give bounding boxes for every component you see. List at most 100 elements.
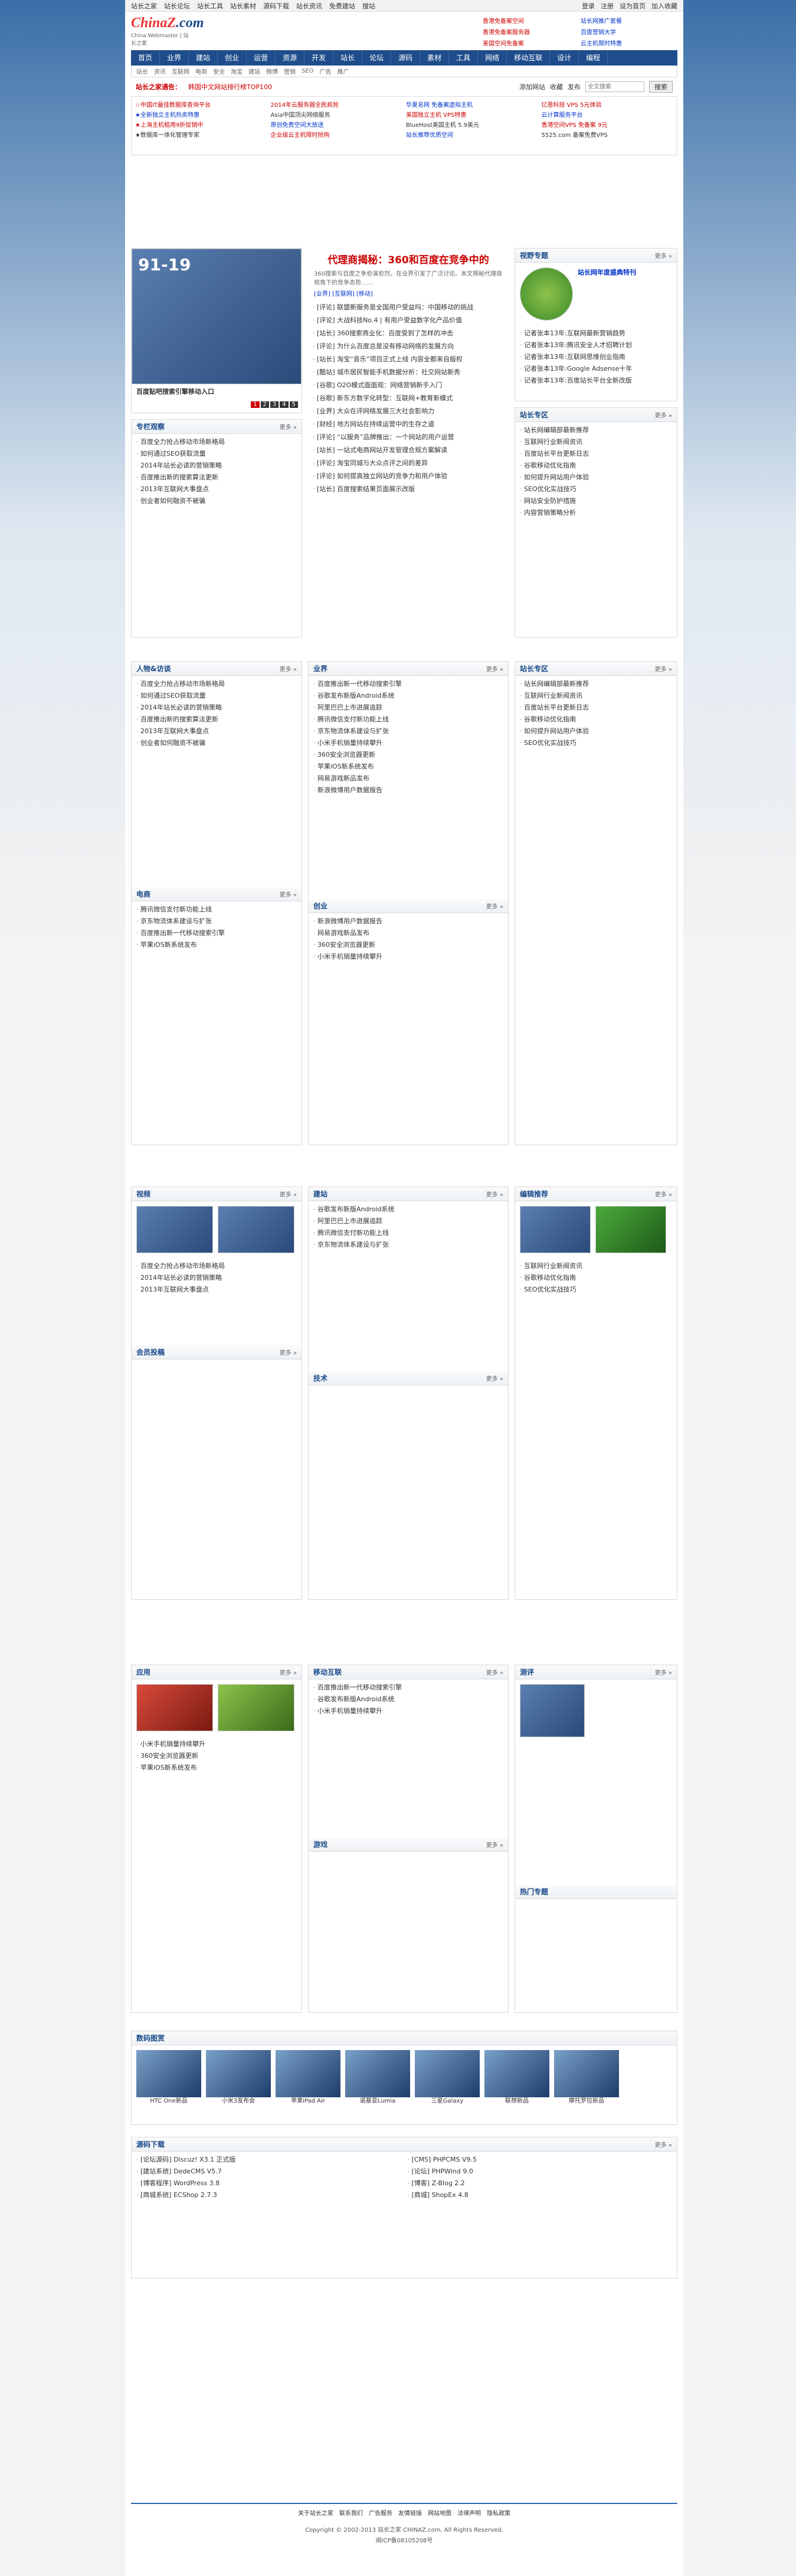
more-link[interactable]: 更多 »: [655, 664, 672, 673]
footer-link[interactable]: 广告服务: [369, 2509, 392, 2519]
news-item[interactable]: [评论] “以服务”品牌推出：一个网站的用户运营: [313, 431, 504, 444]
topbar-link[interactable]: 站长论坛: [164, 1, 190, 11]
app-item[interactable]: 360安全浏览器更新: [136, 1750, 297, 1762]
subnav-item[interactable]: 互联网: [172, 67, 189, 76]
vision-sub[interactable]: 站长网年度盛典特刊: [578, 267, 636, 321]
vision-item[interactable]: 记者张本13年:互联网最新营销趋势: [520, 328, 672, 339]
header-ad-link[interactable]: 香港免备案服务器: [483, 27, 579, 37]
news-item[interactable]: [站长] 一站式电商网站开发管理合规方案解读: [313, 444, 504, 457]
industry-item[interactable]: 360安全浏览器更新: [313, 749, 503, 761]
column-item[interactable]: 创业者如何融资不被骗: [136, 495, 297, 507]
text-ad[interactable]: ★上海主机租用9折促销中: [135, 120, 267, 130]
text-ad[interactable]: 2014年云服务器全民疯抢: [271, 100, 403, 110]
nav-item[interactable]: 开发: [304, 50, 334, 66]
ecommerce-item[interactable]: 百度推出新一代移动搜索引擎: [136, 927, 297, 939]
right-news-item[interactable]: SEO优化实战技巧: [520, 483, 672, 495]
gallery-item[interactable]: 诺基亚Lumia: [345, 2050, 410, 2106]
nav-item[interactable]: 网络: [478, 50, 507, 66]
text-ad[interactable]: 站长推荐优质空间: [406, 130, 538, 140]
news-item[interactable]: [业界] 大众在评网络发展三大社会影响力: [313, 405, 504, 418]
industry-item[interactable]: 百度推出新一代移动搜索引擎: [313, 678, 503, 690]
more-link[interactable]: 更多 »: [280, 1348, 297, 1356]
right-news-item[interactable]: 如何提升网站用户体验: [520, 472, 672, 483]
topbar-link[interactable]: 站长素材: [230, 1, 256, 11]
ecommerce-item[interactable]: 苹果iOS新系统发布: [136, 939, 297, 951]
login-link[interactable]: 登录: [582, 1, 595, 11]
build-item[interactable]: 谷歌发布新版Android系统: [313, 1204, 503, 1215]
gallery-item[interactable]: HTC One新品: [136, 2050, 201, 2106]
startup-item[interactable]: 360安全浏览器更新: [313, 939, 503, 951]
topbar-link[interactable]: 免费建站: [329, 1, 355, 11]
industry-item[interactable]: 新浪微博用户数据报告: [313, 784, 503, 796]
more-link[interactable]: 更多 »: [280, 422, 297, 431]
industry-item[interactable]: 谷歌发布新版Android系统: [313, 690, 503, 702]
nav-item[interactable]: 编程: [579, 50, 608, 66]
search-input[interactable]: [585, 81, 644, 92]
editor-thumb[interactable]: [595, 1206, 666, 1253]
news-item[interactable]: [评论] 大战科技No.4 | 有用户受益数字化产品价值: [313, 314, 504, 327]
header-ad-link[interactable]: 站长网推广套餐: [581, 16, 677, 26]
ecommerce-item[interactable]: 京东物流体系建设与扩张: [136, 916, 297, 927]
nav-item[interactable]: 设计: [550, 50, 579, 66]
subnav-item[interactable]: 站长: [136, 67, 148, 76]
video-item[interactable]: 百度全力抢占移动市场新格局: [136, 1260, 297, 1272]
more-link[interactable]: 更多 »: [280, 1189, 297, 1198]
search-button[interactable]: 搜索: [649, 81, 673, 93]
right-news-item[interactable]: 站长网编辑部最新推荐: [520, 424, 672, 436]
nav-item[interactable]: 运营: [247, 50, 276, 66]
vision-item[interactable]: 记者张本13年:腾讯安全人才招聘计划: [520, 339, 672, 351]
subnav-item[interactable]: 建站: [248, 67, 260, 76]
nav-item[interactable]: 资源: [276, 50, 305, 66]
industry-item[interactable]: 网易游戏新品发布: [313, 773, 503, 784]
vision-image[interactable]: [520, 267, 573, 321]
build-item[interactable]: 阿里巴巴上市进展追踪: [313, 1215, 503, 1227]
mobile-item[interactable]: 谷歌发布新版Android系统: [313, 1694, 503, 1705]
gallery-item[interactable]: 苹果iPad Air: [276, 2050, 340, 2106]
pager-dot[interactable]: 5: [289, 401, 298, 408]
add-site-link[interactable]: 添加网站: [519, 82, 545, 91]
header-ad-link[interactable]: 百度营销大学: [581, 27, 677, 37]
people-item[interactable]: 百度全力抢占移动市场新格局: [136, 678, 297, 690]
video-thumb[interactable]: [136, 1206, 213, 1253]
topbar-link[interactable]: 站长之家: [131, 1, 157, 11]
startup-item[interactable]: 网易游戏新品发布: [313, 927, 503, 939]
text-ad[interactable]: 亿恩科技 VPS 5元体验: [542, 100, 674, 110]
topbar-link[interactable]: 搜站: [362, 1, 375, 11]
industry-item[interactable]: 京东物流体系建设与扩张: [313, 725, 503, 737]
editor-item[interactable]: 谷歌移动优化指南: [520, 1272, 672, 1284]
more-link[interactable]: 更多 »: [655, 2140, 672, 2149]
right-news-item[interactable]: 谷歌移动优化指南: [520, 460, 672, 472]
nav-item[interactable]: 建站: [189, 50, 218, 66]
news-item[interactable]: [财经] 地方网站在持续运营中的生存之道: [313, 418, 504, 431]
text-ad[interactable]: BlueHost美国主机 5.9美元: [406, 120, 538, 130]
nav-item[interactable]: 创业: [218, 50, 247, 66]
bookmark-link[interactable]: 加入收藏: [651, 1, 677, 11]
more-link[interactable]: 更多 »: [486, 1189, 503, 1198]
subnav-item[interactable]: 微博: [266, 67, 278, 76]
column-item[interactable]: 2013年互联网大事盘点: [136, 483, 297, 495]
right-news-item[interactable]: 百度站长平台更新日志: [520, 448, 672, 460]
download-item[interactable]: [论坛源码] Discuz! X3.1 正式版: [136, 2154, 401, 2166]
nav-item[interactable]: 论坛: [362, 50, 392, 66]
footer-link[interactable]: 友情链接: [398, 2509, 422, 2519]
subnav-item[interactable]: 资讯: [154, 67, 166, 76]
pager-dot[interactable]: 2: [260, 401, 269, 408]
header-ad-link[interactable]: 美国空间免备案: [483, 38, 579, 48]
footer-link[interactable]: 法律声明: [457, 2509, 481, 2519]
download-item[interactable]: [论坛] PHPWind 9.0: [408, 2166, 673, 2178]
footer-link[interactable]: 隐私政策: [487, 2509, 510, 2519]
more-link[interactable]: 更多 »: [486, 664, 503, 673]
column-item[interactable]: 百度推出新的搜索算法更新: [136, 472, 297, 483]
text-ad[interactable]: ★全新独立主机热卖特惠: [135, 110, 267, 120]
startup-item[interactable]: 小米手机销量持续攀升: [313, 951, 503, 963]
build-item[interactable]: 京东物流体系建设与扩张: [313, 1239, 503, 1251]
news-item[interactable]: [站长] 360搜索商业化：百度受到了怎样的冲击: [313, 327, 504, 340]
headline-title[interactable]: 代理商揭秘：360和百度在竞争中的: [308, 248, 509, 270]
app-item[interactable]: 小米手机销量持续攀升: [136, 1738, 297, 1750]
subnav-item[interactable]: 推广: [338, 67, 349, 76]
footer-link[interactable]: 联系我们: [339, 2509, 363, 2519]
text-ad[interactable]: Asia中国顶尖网络服务: [271, 110, 403, 120]
favorite-link[interactable]: 收藏: [550, 82, 563, 91]
subnav-item[interactable]: 淘宝: [231, 67, 243, 76]
review-thumb[interactable]: [520, 1684, 585, 1737]
